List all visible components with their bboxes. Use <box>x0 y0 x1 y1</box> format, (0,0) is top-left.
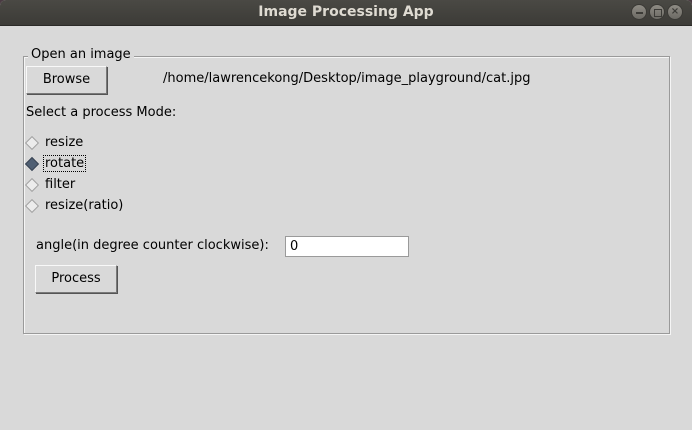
window-title: Image Processing App <box>258 4 434 20</box>
angle-label: angle(in degree counter clockwise): <box>36 238 269 253</box>
process-mode-label: Select a process Mode: <box>26 105 177 120</box>
maximize-icon[interactable] <box>649 4 665 20</box>
close-icon[interactable]: × <box>667 4 683 20</box>
radio-label: resize(ratio) <box>45 198 124 213</box>
open-image-group <box>23 56 670 334</box>
radio-label: resize <box>45 135 84 150</box>
open-image-legend: Open an image <box>28 47 134 62</box>
browse-button[interactable]: Browse <box>26 66 107 94</box>
process-button[interactable]: Process <box>35 265 117 293</box>
minimize-icon[interactable] <box>631 4 647 20</box>
radio-label: filter <box>45 177 76 192</box>
app-window: Image Processing App × Open an image Bro… <box>0 0 692 430</box>
title-bar[interactable]: Image Processing App × <box>0 0 692 26</box>
file-path-label: /home/lawrencekong/Desktop/image_playgro… <box>163 71 531 86</box>
radio-label: rotate <box>42 155 87 172</box>
main-content: Open an image Browse /home/lawrencekong/… <box>0 27 692 430</box>
angle-input[interactable] <box>285 236 409 257</box>
